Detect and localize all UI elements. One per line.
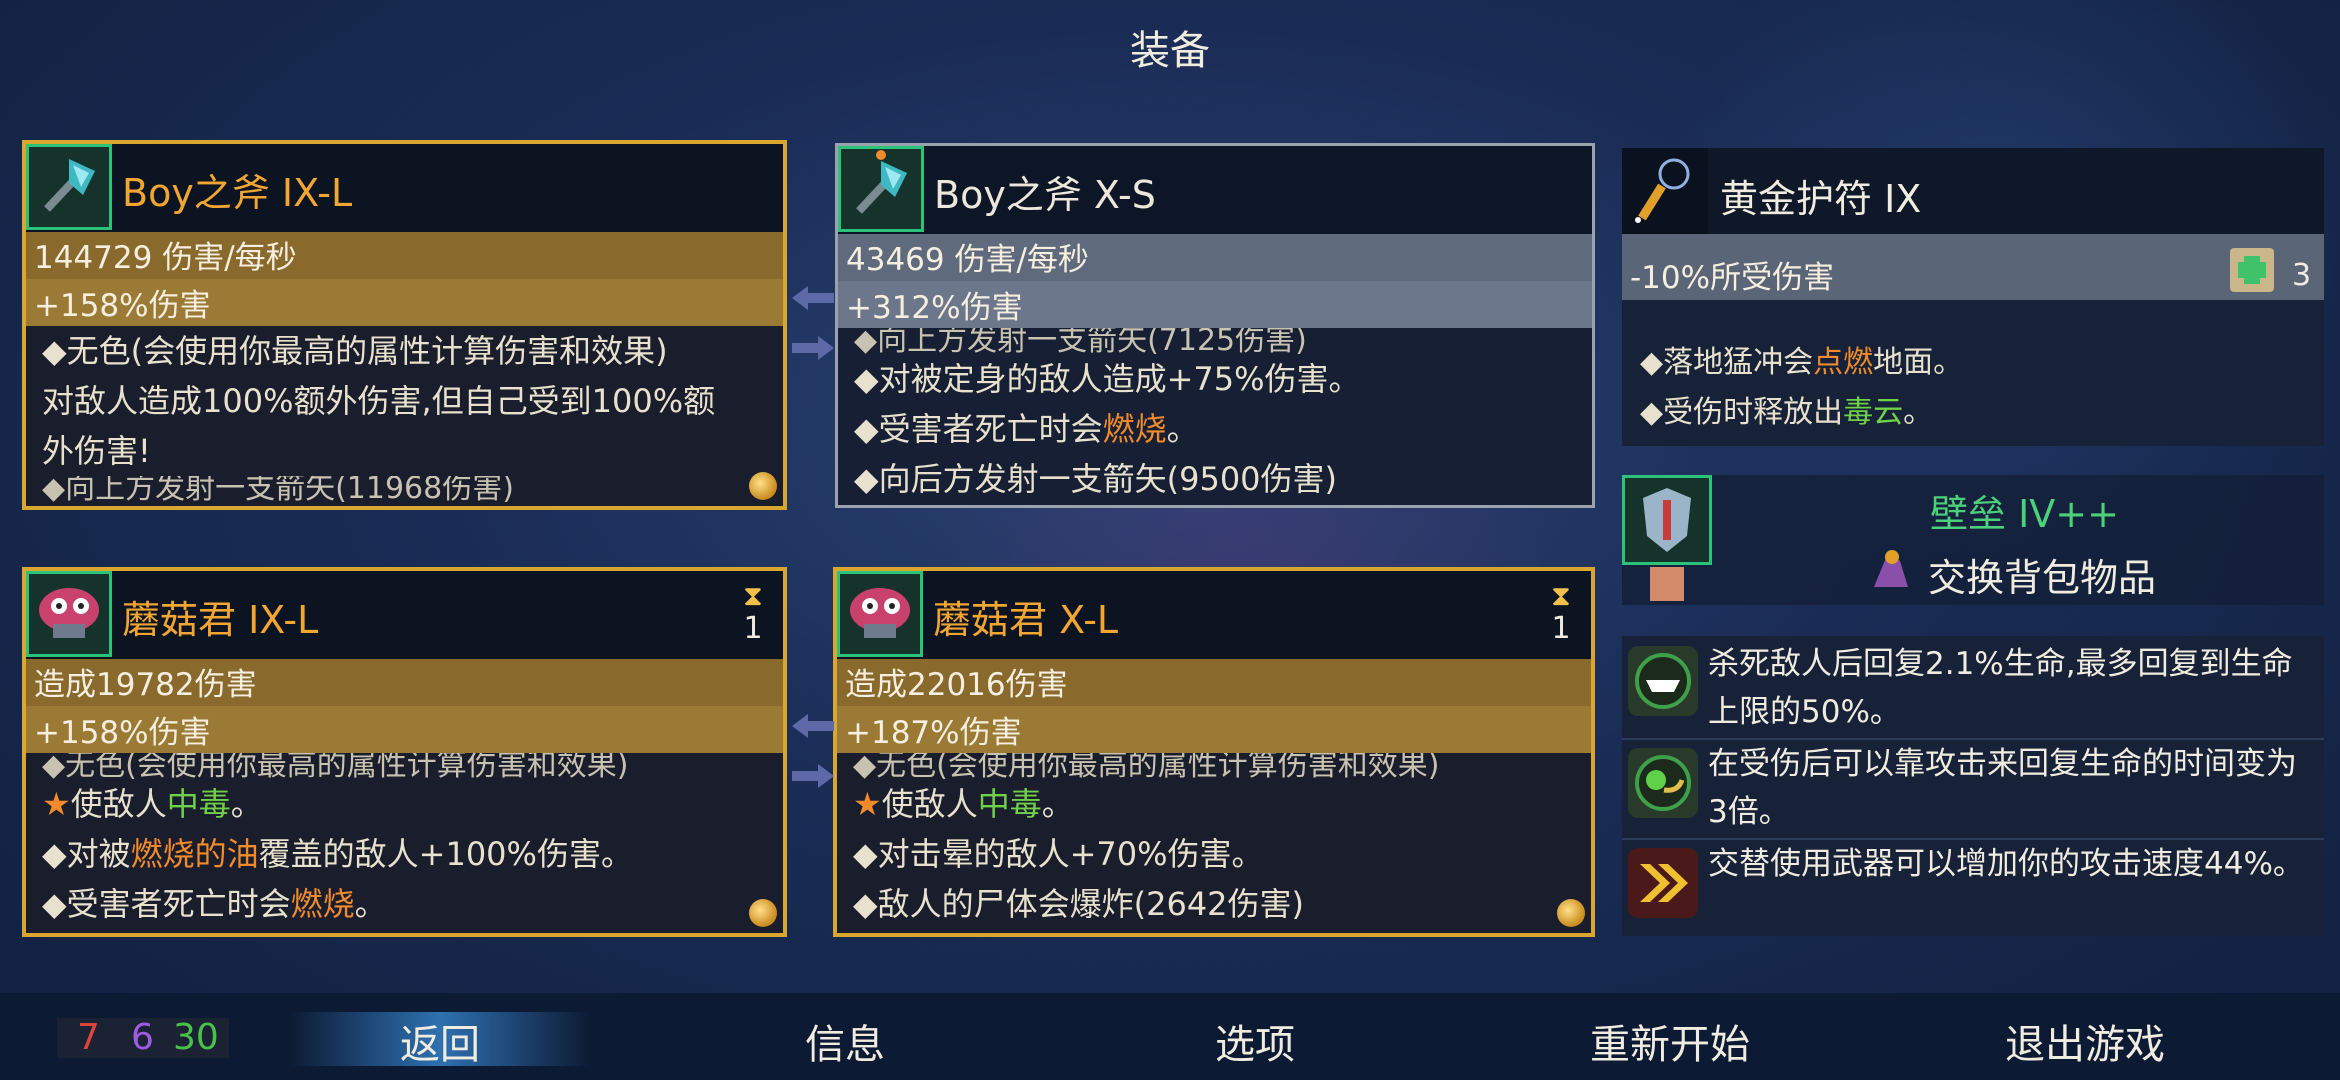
weapon-bonus: +158%伤害 (34, 715, 211, 751)
mutation-text: 杀死敌人后回复2.1%生命,最多回复到生命上限的50%。 (1708, 646, 2293, 730)
swap-arrow-left-icon (792, 286, 834, 310)
page-title: 装备 (1130, 28, 1210, 74)
weapon-name: 蘑菇君 X-L (933, 598, 1119, 642)
shield-panel[interactable]: 壁垒 IV++ 交换背包物品 (1622, 475, 2324, 605)
affix-line: ◆受害者死亡时会燃烧。 (854, 410, 1199, 448)
scroll-icon (2222, 242, 2282, 298)
axe-icon (26, 144, 112, 230)
shield-icon (1622, 475, 1712, 565)
corner-orb-icon (749, 899, 777, 927)
red-scroll-count: 7 (77, 1017, 100, 1058)
swap-arrow-right-icon (792, 764, 834, 788)
affix-line: ◆对击晕的敌人+70%伤害。 (853, 835, 1264, 873)
swap-backpack-label[interactable]: 交换背包物品 (1928, 547, 2156, 602)
amulet-stat: -10%所受伤害 (1630, 260, 1835, 296)
scroll-count: 3 (2292, 258, 2312, 293)
star-icon: ★ (853, 785, 882, 823)
affix-line: ◆对被定身的敌人造成+75%伤害。 (854, 360, 1361, 398)
affix-line: ◆无色(会使用你最高的属性计算伤害和效果) (853, 753, 1440, 779)
mushroom-pet-icon (26, 571, 112, 657)
weapon-dps: 43469 伤害/每秒 (846, 242, 1089, 278)
mutations-panel: 杀死敌人后回复2.1%生命,最多回复到生命上限的50%。 在受伤后可以靠攻击来回… (1622, 636, 2324, 936)
quit-game-button[interactable]: 退出游戏 (1975, 1012, 2195, 1070)
mutation-row[interactable]: 在受伤后可以靠攻击来回复生命的时间变为3倍。 (1622, 736, 2324, 836)
skill-rune-icon (1650, 567, 1684, 601)
amulet-name: 黄金护符 IX (1720, 177, 1922, 221)
mutation-text: 交替使用武器可以增加你的攻击速度44%。 (1708, 846, 2304, 882)
weapon-bonus: +312%伤害 (846, 290, 1023, 326)
affix-line: ◆无色(会使用你最高的属性计算伤害和效果) (42, 332, 668, 370)
weapon-name: Boy之斧 X-S (934, 173, 1156, 217)
affix-line: ◆无色(会使用你最高的属性计算伤害和效果) (42, 753, 629, 779)
affix-line: ◆敌人的尸体会爆炸(2642伤害) (853, 885, 1305, 923)
affix-line: ◆对被燃烧的油覆盖的敌人+100%伤害。 (42, 835, 633, 873)
hourglass-icon: ⧗ (743, 579, 763, 612)
affix-line: 对敌人造成100%额外伤害,但自己受到100%额 (42, 382, 716, 420)
green-scroll-count: 30 (173, 1017, 219, 1058)
weapon-card-mushroom-ix[interactable]: 蘑菇君 IX-L ⧗ 1 造成19782伤害 +158%伤害 ◆无色(会使用你最高… (22, 567, 787, 937)
affix-line: 外伤害! (42, 432, 151, 470)
weapon-name: 蘑菇君 IX-L (122, 598, 319, 642)
mutation-text: 在受伤后可以靠攻击来回复生命的时间变为3倍。 (1708, 746, 2297, 830)
affix-line: ★使敌人中毒。 (42, 785, 263, 823)
snake-eye-icon (1628, 748, 1698, 818)
affix-line: ◆受害者死亡时会燃烧。 (42, 885, 387, 923)
amulet-affixes: ◆落地猛冲会点燃地面。 ◆受伤时释放出毒云。 (1640, 338, 1963, 438)
amulet-icon (1622, 148, 1708, 234)
cooldown-timer: ⧗ 1 (735, 579, 771, 647)
mutation-row[interactable]: 杀死敌人后回复2.1%生命,最多回复到生命上限的50%。 (1622, 636, 2324, 736)
double-chevron-icon (1628, 848, 1698, 918)
affix-line: ◆向后方发射一支箭矢(9500伤害) (854, 460, 1338, 498)
restart-button[interactable]: 重新开始 (1560, 1012, 1780, 1070)
mushroom-pet-icon (837, 571, 923, 657)
affix-line: ◆受伤时释放出毒云。 (1640, 395, 1934, 430)
weapon-name: Boy之斧 IX-L (122, 171, 353, 215)
weapon-card-axe-ix[interactable]: Boy之斧 IX-L 144729 伤害/每秒 +158%伤害 ◆无色(会使用你… (22, 140, 787, 510)
corner-orb-icon (749, 472, 777, 500)
weapon-damage: 造成19782伤害 (34, 667, 257, 703)
weapon-dps: 144729 伤害/每秒 (34, 240, 297, 276)
swap-arrow-right-icon (792, 336, 834, 360)
backpack-swap-icon[interactable] (1866, 543, 1916, 593)
purple-scroll-count: 6 (131, 1017, 154, 1058)
amulet-panel[interactable]: 黄金护符 IX -10%所受伤害 3 ◆落地猛冲会点燃地面。 ◆受伤时释放出毒云… (1622, 148, 2324, 446)
info-button[interactable]: 信息 (745, 1012, 945, 1070)
weapon-card-axe-x[interactable]: Boy之斧 X-S 43469 伤害/每秒 +312%伤害 ◆向上方发射一支箭矢… (835, 143, 1595, 508)
shield-name: 壁垒 IV++ (1930, 492, 2119, 536)
swap-arrow-left-icon (792, 714, 834, 738)
affix-line: ◆落地猛冲会点燃地面。 (1640, 345, 1964, 380)
weapon-bonus: +158%伤害 (34, 288, 211, 324)
star-icon: ★ (42, 785, 71, 823)
mutation-row[interactable]: 交替使用武器可以增加你的攻击速度44%。 (1622, 836, 2324, 936)
options-button[interactable]: 选项 (1155, 1012, 1355, 1070)
weapon-damage: 造成22016伤害 (845, 667, 1068, 703)
affix-line: ★使敌人中毒。 (853, 785, 1074, 823)
fang-mouth-icon (1628, 646, 1698, 716)
axe-icon (838, 146, 924, 232)
weapon-card-mushroom-x[interactable]: 蘑菇君 X-L ⧗ 1 造成22016伤害 +187%伤害 ◆无色(会使用你最高的… (833, 567, 1595, 937)
affix-line: ◆向上方发射一支箭矢(7125伤害) (854, 328, 1307, 354)
weapon-bonus: +187%伤害 (845, 715, 1022, 751)
affix-line: ◆向上方发射一支箭矢(11968伤害) (42, 476, 514, 502)
corner-orb-icon (1557, 899, 1585, 927)
cooldown-timer: ⧗ 1 (1543, 579, 1579, 647)
hourglass-icon: ⧗ (1551, 579, 1571, 612)
back-button[interactable]: 返回 (290, 1012, 590, 1070)
scroll-counter: 7 6 30 (57, 1018, 229, 1058)
